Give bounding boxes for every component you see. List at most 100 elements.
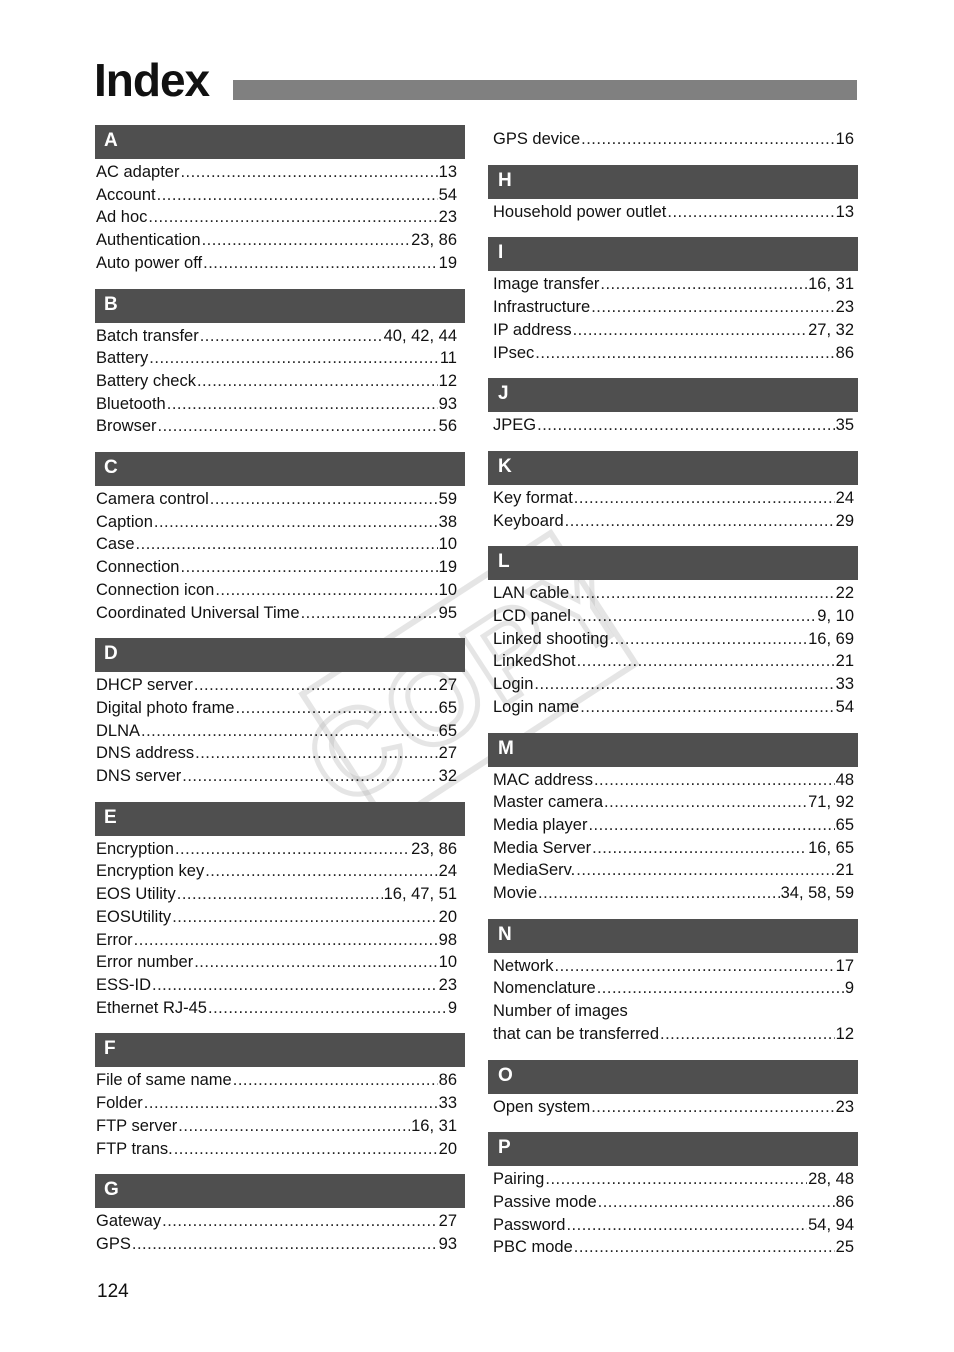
entry-pages[interactable]: 11 — [440, 347, 457, 370]
index-entry[interactable]: Media player 65 — [488, 814, 858, 837]
entry-pages[interactable]: 16, 31 — [808, 273, 854, 296]
entry-pages[interactable]: 54 — [836, 696, 854, 719]
index-entry[interactable]: Folder 33 — [95, 1092, 465, 1115]
entry-pages[interactable]: 29 — [836, 510, 854, 533]
index-entry[interactable]: Master camera 71, 92 — [488, 791, 858, 814]
entry-pages[interactable]: 27, 32 — [808, 319, 854, 342]
entry-pages[interactable]: 34, 58, 59 — [781, 882, 854, 905]
index-entry[interactable]: that can be transferred 12 — [488, 1023, 858, 1046]
entry-pages[interactable]: 35 — [836, 414, 854, 437]
entry-pages[interactable]: 23 — [439, 206, 457, 229]
entry-pages[interactable]: 9, 10 — [817, 605, 854, 628]
index-entry[interactable]: Key format 24 — [488, 487, 858, 510]
entry-pages[interactable]: 10 — [439, 951, 457, 974]
index-entry[interactable]: EOSUtility 20 — [95, 906, 465, 929]
entry-pages[interactable]: 33 — [836, 673, 854, 696]
entry-pages[interactable]: 17 — [836, 955, 854, 978]
entry-pages[interactable]: 86 — [439, 1069, 457, 1092]
index-entry[interactable]: Caption 38 — [95, 511, 465, 534]
entry-pages[interactable]: 65 — [439, 697, 457, 720]
entry-pages[interactable]: 48 — [836, 769, 854, 792]
entry-pages[interactable]: 19 — [439, 252, 457, 275]
index-entry[interactable]: MediaServ. 21 — [488, 859, 858, 882]
index-entry[interactable]: Case 10 — [95, 533, 465, 556]
entry-pages[interactable]: 16, 31 — [411, 1115, 457, 1138]
index-entry[interactable]: Authentication 23, 86 — [95, 229, 465, 252]
entry-pages[interactable]: 27 — [439, 674, 457, 697]
index-entry[interactable]: Encryption 23, 86 — [95, 838, 465, 861]
entry-pages[interactable]: 59 — [439, 488, 457, 511]
entry-pages[interactable]: 23 — [439, 974, 457, 997]
index-entry[interactable]: Error 98 — [95, 929, 465, 952]
entry-pages[interactable]: 40, 42, 44 — [384, 325, 457, 348]
index-entry[interactable]: JPEG 35 — [488, 414, 858, 437]
index-entry[interactable]: LAN cable 22 — [488, 582, 858, 605]
index-entry[interactable]: EOS Utility 16, 47, 51 — [95, 883, 465, 906]
index-entry[interactable]: Camera control 59 — [95, 488, 465, 511]
index-entry[interactable]: Encryption key 24 — [95, 860, 465, 883]
entry-pages[interactable]: 16, 47, 51 — [384, 883, 457, 906]
entry-pages[interactable]: 20 — [439, 906, 457, 929]
index-entry[interactable]: Password 54, 94 — [488, 1214, 858, 1237]
entry-pages[interactable]: 28, 48 — [808, 1168, 854, 1191]
index-entry[interactable]: IP address 27, 32 — [488, 319, 858, 342]
entry-pages[interactable]: 24 — [836, 487, 854, 510]
entry-pages[interactable]: 13 — [836, 201, 854, 224]
entry-pages[interactable]: 24 — [439, 860, 457, 883]
entry-pages[interactable]: 16, 65 — [808, 837, 854, 860]
index-entry[interactable]: Household power outlet 13 — [488, 201, 858, 224]
index-entry[interactable]: Batch transfer 40, 42, 44 — [95, 325, 465, 348]
entry-pages[interactable]: 32 — [439, 765, 457, 788]
index-entry[interactable]: Passive mode 86 — [488, 1191, 858, 1214]
index-entry[interactable]: Account 54 — [95, 184, 465, 207]
entry-pages[interactable]: 33 — [439, 1092, 457, 1115]
index-entry[interactable]: Open system 23 — [488, 1096, 858, 1119]
index-entry[interactable]: Auto power off 19 — [95, 252, 465, 275]
index-entry[interactable]: Pairing 28, 48 — [488, 1168, 858, 1191]
index-entry[interactable]: AC adapter 13 — [95, 161, 465, 184]
index-entry[interactable]: Battery check 12 — [95, 370, 465, 393]
index-entry[interactable]: LinkedShot 21 — [488, 650, 858, 673]
entry-pages[interactable]: 71, 92 — [808, 791, 854, 814]
entry-pages[interactable]: 93 — [439, 1233, 457, 1256]
entry-pages[interactable]: 23 — [836, 296, 854, 319]
entry-pages[interactable]: 9 — [448, 997, 457, 1020]
index-entry[interactable]: FTP trans. 20 — [95, 1138, 465, 1161]
index-entry[interactable]: Ad hoc 23 — [95, 206, 465, 229]
entry-pages[interactable]: 38 — [439, 511, 457, 534]
index-entry[interactable]: Movie 34, 58, 59 — [488, 882, 858, 905]
index-entry[interactable]: Coordinated Universal Time 95 — [95, 602, 465, 625]
entry-pages[interactable]: 56 — [439, 415, 457, 438]
entry-pages[interactable]: 23 — [836, 1096, 854, 1119]
entry-pages[interactable]: 21 — [836, 859, 854, 882]
index-entry[interactable]: ESS-ID 23 — [95, 974, 465, 997]
entry-pages[interactable]: 13 — [439, 161, 457, 184]
entry-pages[interactable]: 95 — [439, 602, 457, 625]
index-entry[interactable]: PBC mode 25 — [488, 1236, 858, 1259]
entry-pages[interactable]: 16, 69 — [808, 628, 854, 651]
index-entry[interactable]: Media Server 16, 65 — [488, 837, 858, 860]
entry-pages[interactable]: 27 — [439, 742, 457, 765]
index-entry[interactable]: IPsec 86 — [488, 342, 858, 365]
index-entry[interactable]: MAC address 48 — [488, 769, 858, 792]
index-entry[interactable]: GPS 93 — [95, 1233, 465, 1256]
index-entry[interactable]: Image transfer 16, 31 — [488, 273, 858, 296]
entry-pages[interactable]: 23, 86 — [411, 838, 457, 861]
index-entry[interactable]: Connection icon 10 — [95, 579, 465, 602]
entry-pages[interactable]: 12 — [836, 1023, 854, 1046]
entry-pages[interactable]: 54 — [439, 184, 457, 207]
entry-pages[interactable]: 12 — [439, 370, 457, 393]
entry-pages[interactable]: 65 — [836, 814, 854, 837]
index-entry[interactable]: LCD panel 9, 10 — [488, 605, 858, 628]
entry-pages[interactable]: 20 — [439, 1138, 457, 1161]
entry-pages[interactable]: 21 — [836, 650, 854, 673]
entry-pages[interactable]: 86 — [836, 1191, 854, 1214]
index-entry[interactable]: Ethernet RJ-45 9 — [95, 997, 465, 1020]
index-entry[interactable]: File of same name 86 — [95, 1069, 465, 1092]
entry-pages[interactable]: 65 — [439, 720, 457, 743]
index-entry[interactable]: DNS server 32 — [95, 765, 465, 788]
index-entry[interactable]: DNS address 27 — [95, 742, 465, 765]
index-entry[interactable]: Digital photo frame 65 — [95, 697, 465, 720]
entry-pages[interactable]: 22 — [836, 582, 854, 605]
index-entry[interactable]: DLNA 65 — [95, 720, 465, 743]
